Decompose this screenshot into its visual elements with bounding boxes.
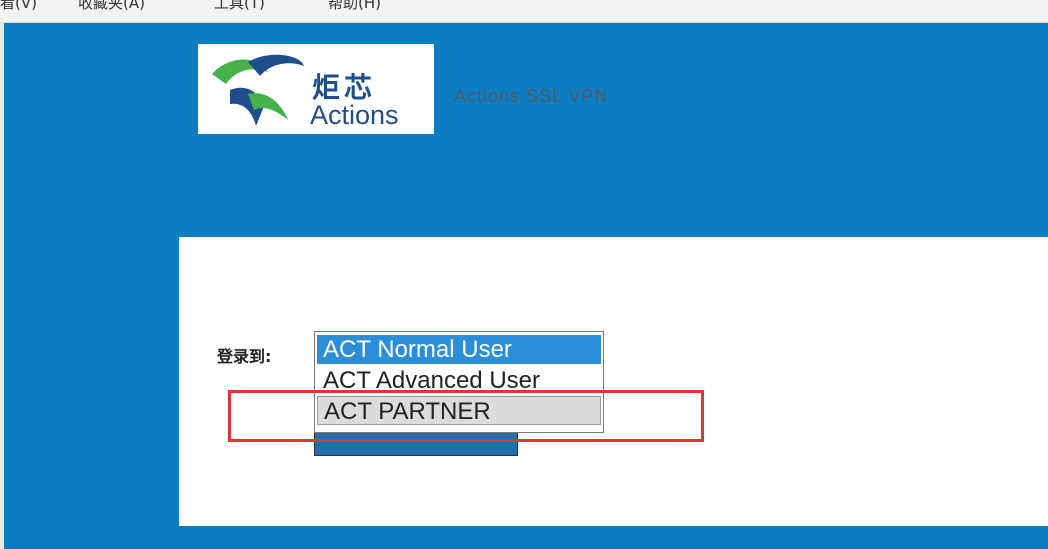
menu-bar: 看(V) 收藏夹(A) 工具(T) 帮助(H) <box>0 0 1048 23</box>
menu-favorites[interactable]: 收藏夹(A) <box>78 0 145 13</box>
window-left-edge <box>0 23 4 549</box>
logo-english-text: Actions <box>310 100 399 130</box>
dropdown-option-normal-user[interactable]: ACT Normal User <box>317 335 601 364</box>
login-panel <box>179 237 1048 526</box>
company-logo: 炬芯 Actions <box>198 44 434 134</box>
menu-tools[interactable]: 工具(T) <box>214 0 265 13</box>
login-to-label: 登录到: <box>217 347 272 366</box>
menu-help[interactable]: 帮助(H) <box>328 0 381 13</box>
highlight-annotation-box <box>228 390 704 442</box>
actions-logo-icon <box>212 54 304 126</box>
site-title: Actions SSL VPN <box>454 86 609 106</box>
menu-view[interactable]: 看(V) <box>0 0 37 13</box>
